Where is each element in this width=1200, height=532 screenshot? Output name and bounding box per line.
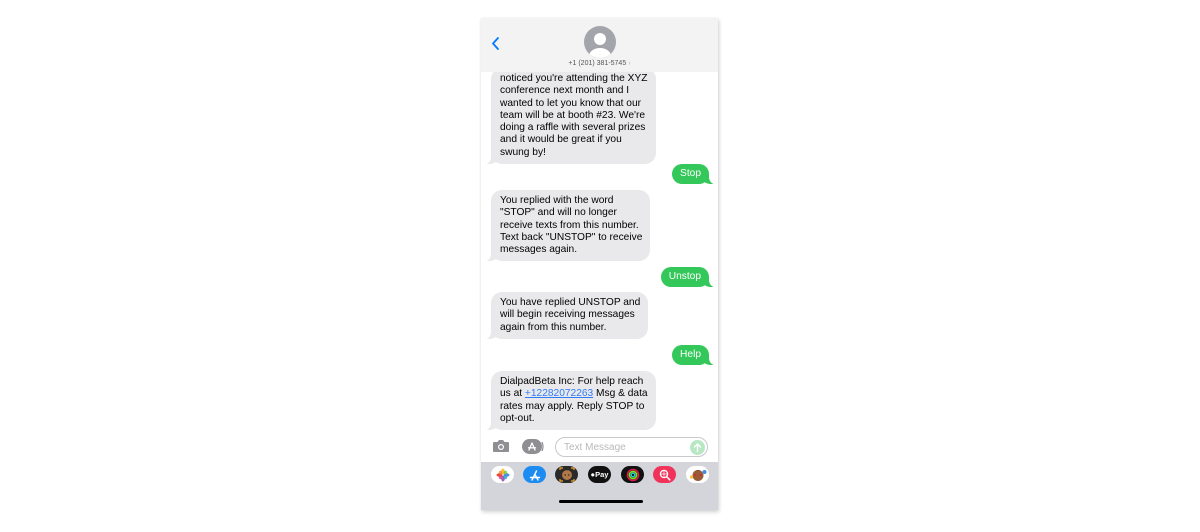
home-indicator[interactable] (559, 500, 643, 503)
send-button[interactable] (690, 440, 705, 455)
activity-icon (626, 468, 639, 481)
contact-number-text: +1 (201) 381-5745 (568, 60, 627, 67)
contact-avatar[interactable] (584, 26, 616, 58)
sent-message: Stop (672, 164, 716, 185)
sent-message: Help (672, 345, 716, 366)
arrow-up-icon (693, 443, 702, 453)
message-text: noticed you're attending the XYZ confere… (500, 73, 648, 158)
photos-icon (496, 468, 509, 481)
message-text: You replied with the word "STOP" and wil… (500, 195, 643, 256)
apple-pay-label: Pay (595, 470, 609, 479)
received-message: You have replied UNSTOP and will begin r… (483, 292, 649, 339)
imessage-app-drawer: ●Pay (481, 462, 718, 510)
person-icon (589, 33, 611, 58)
memoji-icon (558, 467, 575, 482)
apps-icon (522, 439, 544, 454)
app-store-icon (529, 469, 540, 481)
sent-message: Unstop (660, 267, 717, 288)
received-message: You replied with the word "STOP" and wil… (483, 190, 651, 262)
app-image-search[interactable] (653, 466, 676, 483)
message-text: Help (680, 349, 701, 360)
app-memoji-stickers[interactable] (686, 466, 709, 483)
contact-number[interactable]: +1 (201) 381-5745 › (481, 60, 718, 67)
chevron-right-icon: › (628, 60, 631, 67)
message-thread[interactable]: noticed you're attending the XYZ confere… (481, 18, 718, 434)
phone-link[interactable]: +12282072263 (525, 388, 593, 399)
message-text: DialpadBeta Inc: For help reach us at +1… (500, 376, 648, 425)
received-message: DialpadBeta Inc: For help reach us at +1… (484, 371, 656, 431)
message-input-field[interactable] (555, 437, 708, 457)
conversation-header: +1 (201) 381-5745 › (481, 18, 718, 72)
app-memoji[interactable] (555, 466, 578, 483)
composer-bar (481, 434, 718, 462)
app-store-button[interactable] (521, 438, 545, 455)
message-input[interactable] (564, 440, 682, 455)
app-activity[interactable] (621, 466, 644, 483)
received-message: noticed you're attending the XYZ confere… (484, 68, 656, 165)
camera-icon (493, 440, 509, 452)
message-text: Unstop (668, 271, 701, 282)
image-search-icon (659, 469, 671, 481)
chevron-left-icon (492, 37, 499, 50)
app-apple-pay[interactable]: ●Pay (588, 466, 611, 483)
messages-screen: noticed you're attending the XYZ confere… (481, 18, 718, 510)
apple-pay-icon: ●Pay (590, 470, 609, 479)
app-app-store[interactable] (523, 466, 546, 483)
message-text: Stop (680, 168, 701, 179)
app-photos[interactable] (491, 466, 514, 483)
message-text: You have replied UNSTOP and will begin r… (500, 297, 641, 333)
back-button[interactable] (490, 34, 502, 52)
camera-button[interactable] (492, 439, 510, 453)
memoji-stickers-icon (689, 469, 706, 481)
